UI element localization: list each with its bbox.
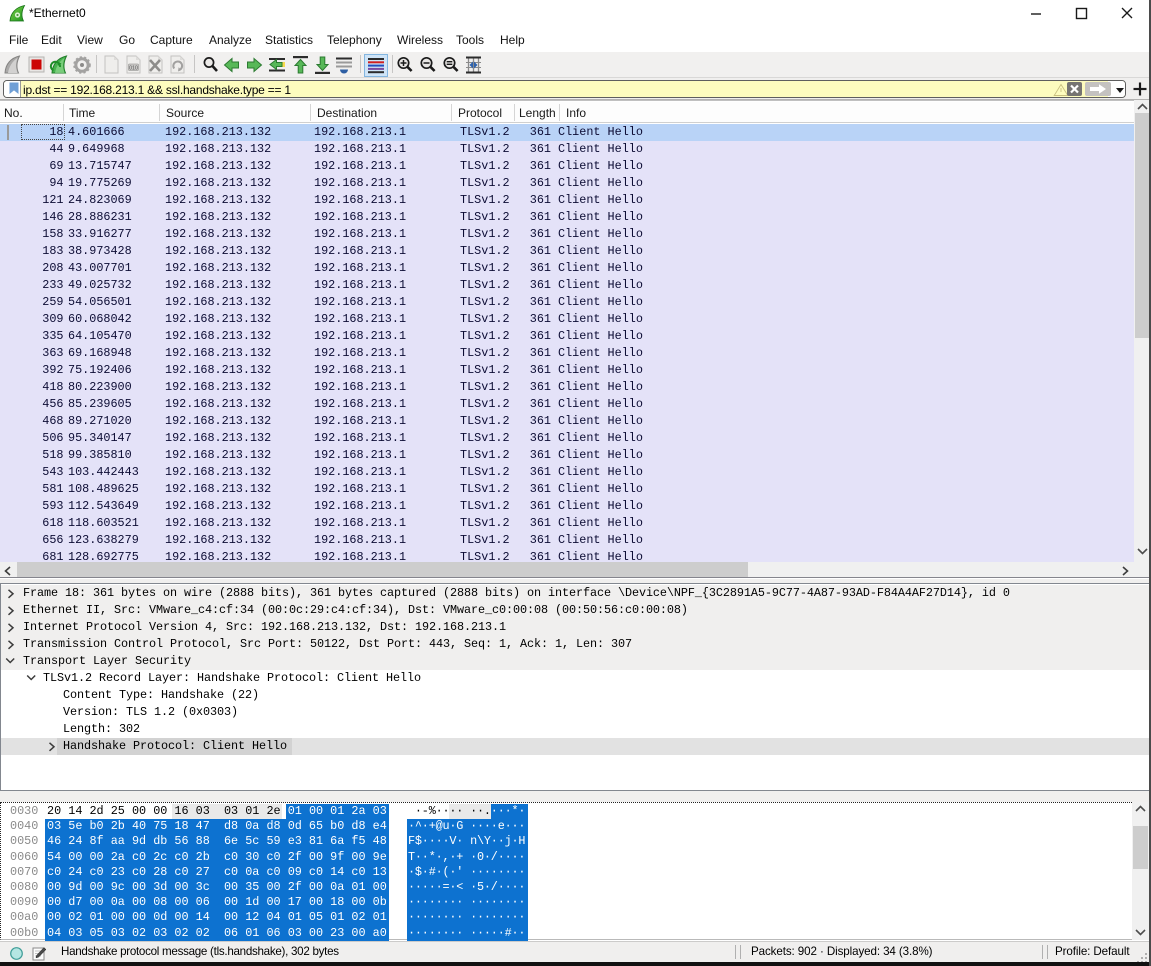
svg-text:010: 010 (129, 65, 138, 71)
